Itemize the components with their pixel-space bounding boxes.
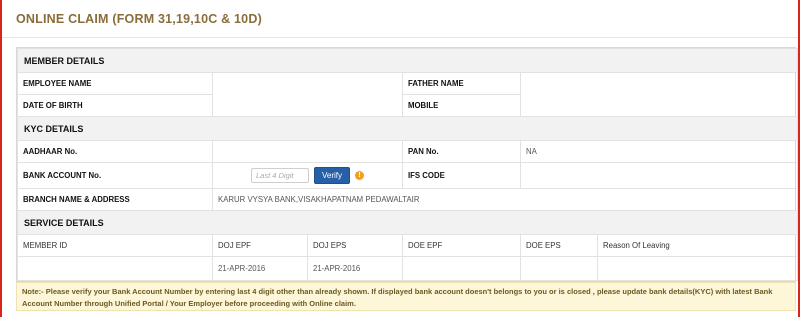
column-doe-eps: DOE EPS	[520, 234, 598, 257]
verify-button[interactable]: Verify	[313, 167, 350, 184]
member-id-value	[17, 256, 213, 281]
doj-eps-value: 21-APR-2016	[307, 256, 403, 281]
employee-name-row: EMPLOYEE NAME FATHER NAME	[17, 72, 798, 117]
title-bar: ONLINE CLAIM (FORM 31,19,10C & 10D)	[2, 0, 798, 38]
father-name-value	[520, 72, 798, 117]
branch-label: BRANCH NAME & ADDRESS	[17, 188, 213, 211]
table-row: 21-APR-2016 21-APR-2016	[17, 256, 798, 281]
father-name-label: FATHER NAME	[402, 72, 521, 95]
service-columns-row: MEMBER ID DOJ EPF DOJ EPS DOE EPF DOE EP…	[17, 234, 798, 257]
aadhaar-row: AADHAAR No. PAN No. NA	[17, 140, 798, 163]
pan-label: PAN No.	[402, 140, 521, 163]
member-details-title: MEMBER DETAILS	[17, 48, 798, 73]
service-details-header: SERVICE DETAILS	[17, 210, 798, 235]
bank-account-verify-cell: Verify !	[212, 162, 403, 189]
pan-value: NA	[520, 140, 798, 163]
claim-form-panel: MEMBER DETAILS EMPLOYEE NAME FATHER NAME…	[16, 47, 798, 282]
employee-name-value	[212, 72, 403, 117]
service-details-title: SERVICE DETAILS	[17, 210, 798, 235]
verification-note: Note:- Please verify your Bank Account N…	[16, 282, 796, 311]
branch-row: BRANCH NAME & ADDRESS KARUR VYSYA BANK,V…	[17, 188, 798, 211]
bank-account-row: BANK ACCOUNT No. Verify ! IFS CODE	[17, 162, 798, 189]
ifsc-value	[520, 162, 798, 189]
branch-value: KARUR VYSYA BANK,VISAKHAPATNAM PEDAWALTA…	[212, 188, 798, 211]
claim-form-table: MEMBER DETAILS EMPLOYEE NAME FATHER NAME…	[17, 48, 798, 281]
last-4-digit-input[interactable]	[250, 168, 309, 183]
aadhaar-label: AADHAAR No.	[17, 140, 213, 163]
aadhaar-value	[212, 140, 403, 163]
doj-epf-value: 21-APR-2016	[212, 256, 308, 281]
column-doj-eps: DOJ EPS	[307, 234, 403, 257]
dob-label: DATE OF BIRTH	[17, 94, 213, 117]
page-title: ONLINE CLAIM (FORM 31,19,10C & 10D)	[16, 12, 262, 26]
doe-epf-value	[402, 256, 521, 281]
column-reason-of-leaving: Reason Of Leaving	[597, 234, 798, 257]
ifsc-label: IFS CODE	[402, 162, 521, 189]
column-doe-epf: DOE EPF	[402, 234, 521, 257]
doe-eps-value	[520, 256, 598, 281]
kyc-details-header: KYC DETAILS	[17, 116, 798, 141]
column-member-id: MEMBER ID	[17, 234, 213, 257]
column-doj-epf: DOJ EPF	[212, 234, 308, 257]
reason-of-leaving-value	[597, 256, 798, 281]
bank-account-label: BANK ACCOUNT No.	[17, 162, 213, 189]
mobile-label: MOBILE	[402, 94, 521, 117]
bank-verify-group: Verify !	[218, 167, 397, 184]
info-icon[interactable]: !	[355, 171, 364, 180]
member-details-header: MEMBER DETAILS	[17, 48, 798, 73]
employee-name-label: EMPLOYEE NAME	[17, 72, 213, 95]
kyc-details-title: KYC DETAILS	[17, 116, 798, 141]
